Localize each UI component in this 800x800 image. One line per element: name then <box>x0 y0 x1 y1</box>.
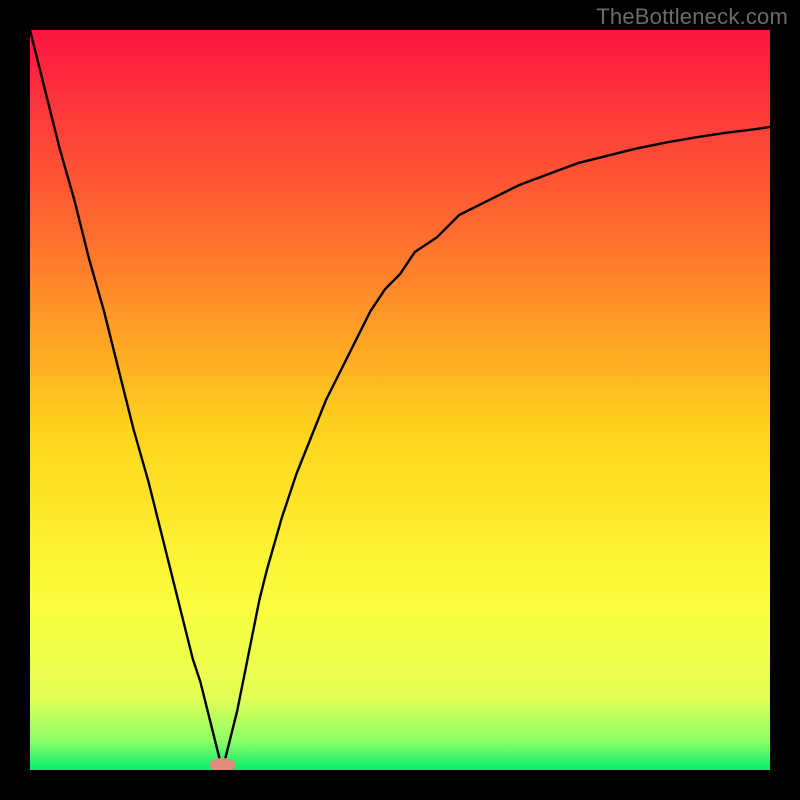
chart-svg <box>30 30 770 770</box>
watermark-text: TheBottleneck.com <box>596 4 788 30</box>
chart-frame: TheBottleneck.com <box>0 0 800 800</box>
gradient-background <box>30 30 770 770</box>
plot-area <box>30 30 770 770</box>
